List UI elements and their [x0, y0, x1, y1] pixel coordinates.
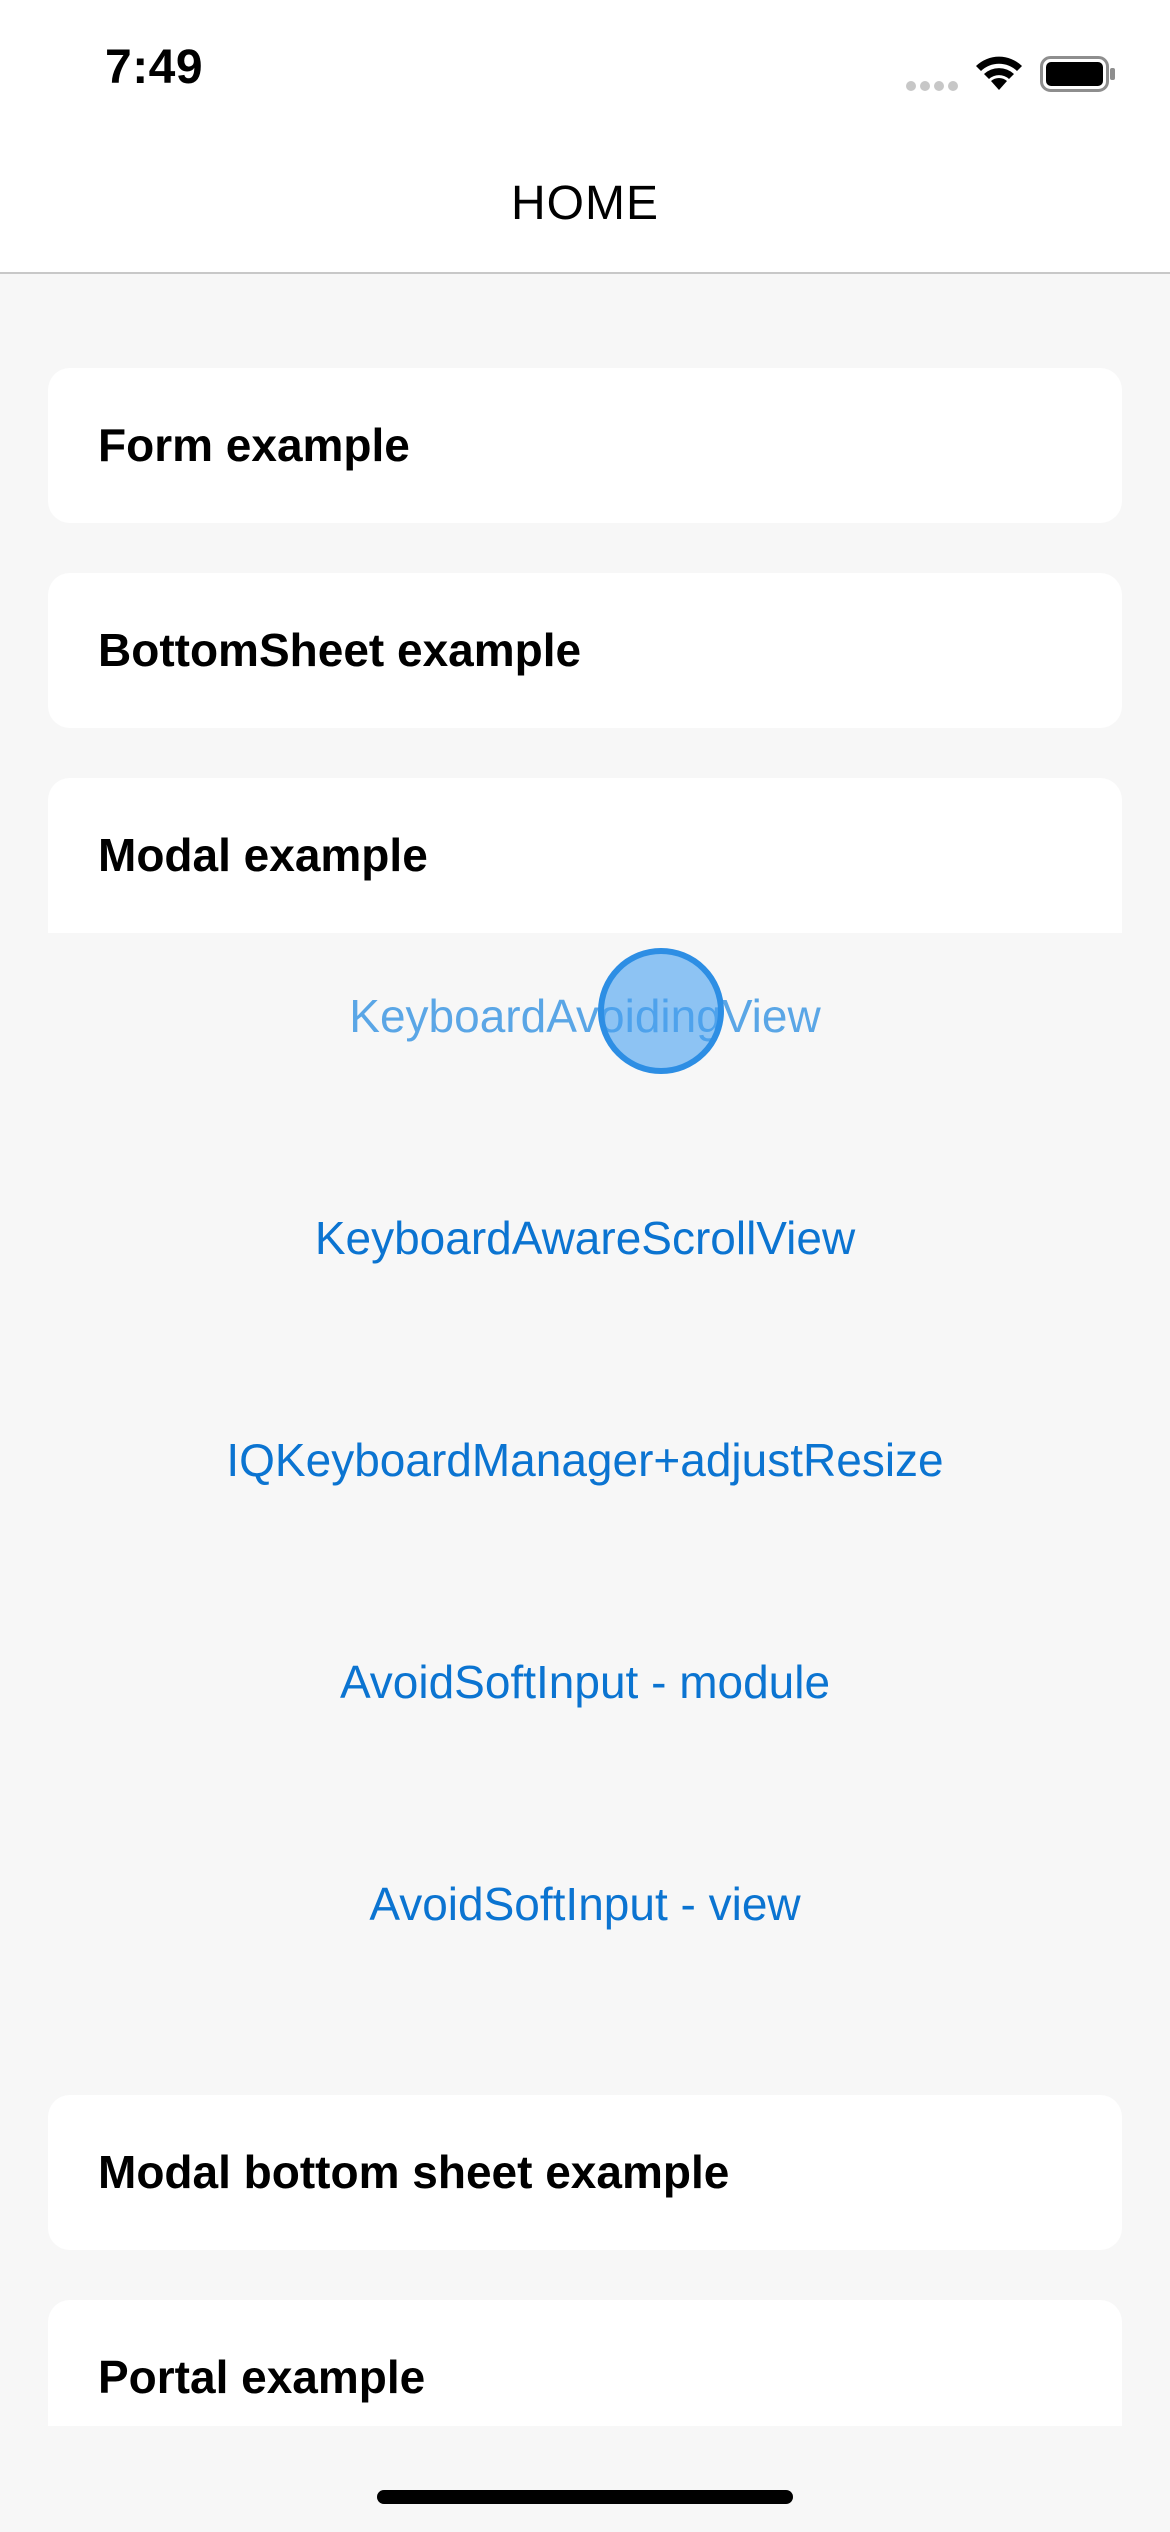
battery-icon [1040, 56, 1115, 92]
modal-example-label: Modal example [98, 829, 428, 881]
status-bar: 7:49 [0, 0, 1170, 140]
form-example-label: Form example [98, 419, 410, 471]
bottom-safe-area [0, 2426, 1170, 2532]
bottomsheet-example-card[interactable]: BottomSheet example [48, 573, 1122, 728]
option-avoidsoftinput-module[interactable]: AvoidSoftInput - module [0, 1622, 1170, 1742]
form-example-card[interactable]: Form example [48, 368, 1122, 523]
modal-bottom-sheet-example-label: Modal bottom sheet example [98, 2146, 730, 2198]
wifi-icon [976, 56, 1022, 90]
cellular-signal-icon [906, 81, 958, 91]
page-title: HOME [511, 177, 659, 230]
option-keyboard-avoiding-view[interactable]: KeyboardAvoidingView [0, 956, 1170, 1076]
touch-indicator [598, 948, 724, 1074]
option-iqkeyboardmanager-adjust-resize[interactable]: IQKeyboardManager+adjustResize [0, 1400, 1170, 1520]
modal-bottom-sheet-example-card[interactable]: Modal bottom sheet example [48, 2095, 1122, 2250]
option-keyboard-aware-scroll-view[interactable]: KeyboardAwareScrollView [0, 1178, 1170, 1298]
portal-example-card[interactable]: Portal example [48, 2300, 1122, 2426]
option-avoidsoftinput-view[interactable]: AvoidSoftInput - view [0, 1844, 1170, 1964]
home-indicator[interactable] [377, 2490, 793, 2504]
navigation-bar: HOME [0, 140, 1170, 274]
portal-example-label: Portal example [98, 2351, 426, 2403]
bottomsheet-example-label: BottomSheet example [98, 624, 582, 676]
status-time: 7:49 [105, 41, 204, 94]
modal-example-card[interactable]: Modal example [48, 778, 1122, 933]
